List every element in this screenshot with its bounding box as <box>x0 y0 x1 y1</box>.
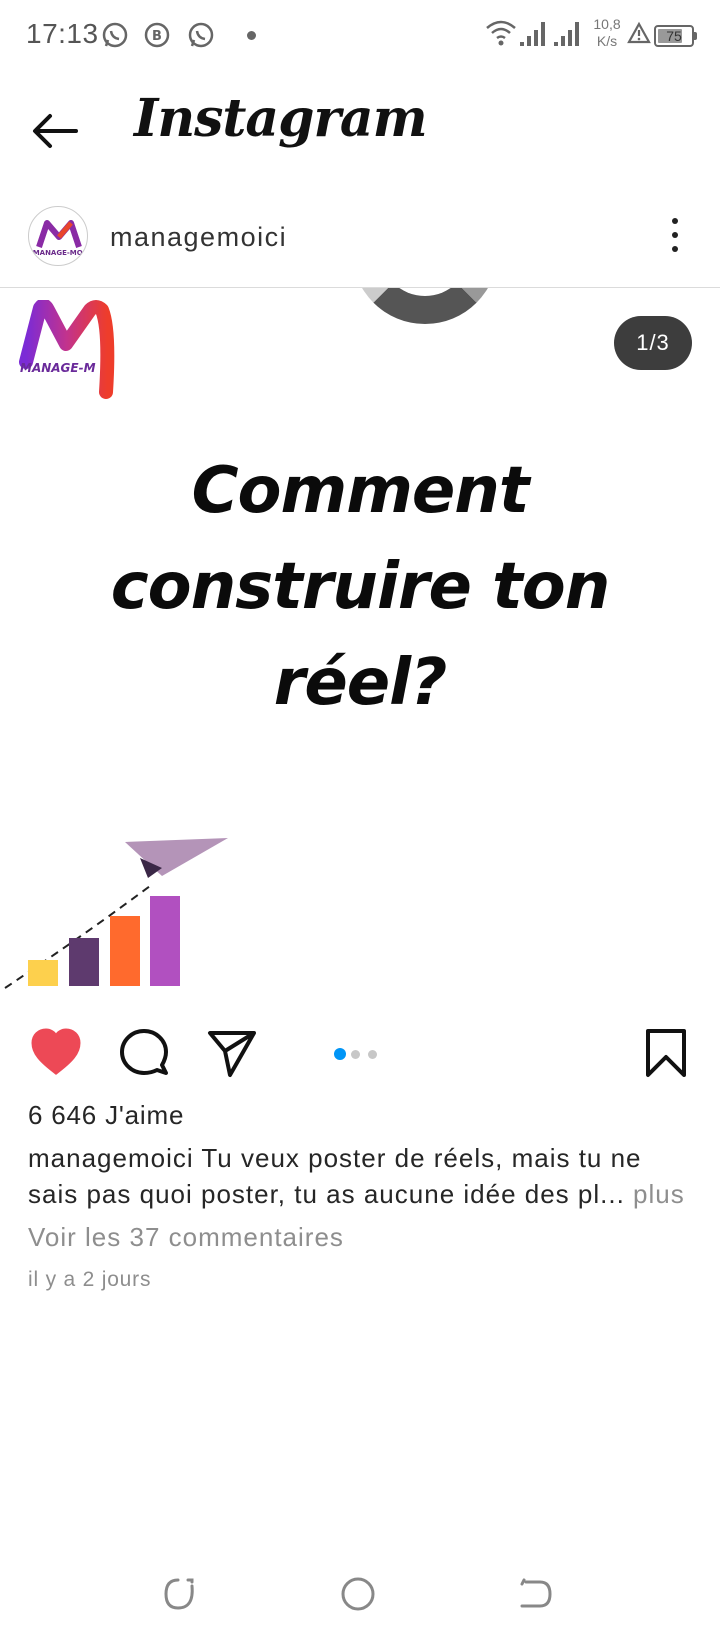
growth-chart-illustration <box>4 838 228 989</box>
post-timestamp: il y a 2 jours <box>28 1268 152 1291</box>
app-header: Instagram <box>0 76 720 186</box>
slide-brand: MANAGE-M <box>20 361 96 375</box>
post-header: MANAGE-MOI managemoici <box>0 196 720 288</box>
more-notifications-dot <box>247 31 256 40</box>
decorative-ring <box>352 288 498 324</box>
app-title: Instagram <box>134 88 428 149</box>
comment-icon[interactable] <box>118 1027 170 1079</box>
slide-counter-badge: 1/3 <box>614 316 692 370</box>
share-icon[interactable] <box>206 1027 258 1079</box>
view-comments-link[interactable]: Voir les 37 commentaires <box>28 1222 344 1253</box>
carousel-dot <box>368 1049 377 1059</box>
caption: managemoici Tu veux poster de réels, mai… <box>28 1140 698 1212</box>
carousel-dot <box>334 1048 346 1060</box>
navigation-bar <box>0 1560 720 1640</box>
illustration-bar <box>110 916 140 986</box>
carousel-dots <box>334 1048 394 1060</box>
carousel-dot <box>351 1049 360 1059</box>
caption-username[interactable]: managemoici <box>28 1143 194 1173</box>
slide-heading: Comment construire ton réel? <box>110 454 611 720</box>
avatar-text: MANAGE-MOI <box>33 249 86 257</box>
illustration-bar <box>28 960 58 986</box>
illustration-bar <box>69 938 99 986</box>
recent-apps-icon[interactable] <box>158 1572 202 1616</box>
status-bar: 17:13 B 10,8 K/s 75 <box>0 0 720 76</box>
whatsapp-icon <box>102 22 128 48</box>
paper-plane-icon <box>125 838 228 876</box>
illustration-bar <box>150 896 180 986</box>
avatar[interactable]: MANAGE-MOI <box>28 206 88 266</box>
home-icon[interactable] <box>336 1572 380 1616</box>
b-app-icon: B <box>144 22 170 48</box>
avatar-logo: MANAGE-MOI <box>33 220 86 257</box>
bookmark-icon[interactable] <box>640 1027 692 1079</box>
network-speed-value: 10,8 <box>593 16 621 32</box>
post-username[interactable]: managemoici <box>110 222 287 253</box>
alert-icon <box>627 21 651 44</box>
caption-more-link[interactable]: plus <box>625 1179 685 1209</box>
back-nav-icon[interactable] <box>514 1572 558 1616</box>
brand-logo: MANAGE-M <box>19 300 115 399</box>
likes-count[interactable]: 6 646 J'aime <box>28 1100 184 1131</box>
network-speed: 10,8 K/s <box>590 16 624 50</box>
wifi-icon <box>486 20 516 46</box>
heart-icon[interactable] <box>30 1027 82 1079</box>
status-time: 17:13 <box>26 18 99 49</box>
signal-icon <box>520 22 545 46</box>
post-image[interactable]: MANAGE-M 1/3 Comment construire ton réel… <box>0 288 720 1010</box>
post-actions <box>0 1010 720 1094</box>
whatsapp-icon <box>188 22 214 48</box>
battery-icon: 75 <box>654 25 697 47</box>
signal-icon <box>554 22 579 46</box>
battery-level: 75 <box>666 28 682 44</box>
network-speed-unit: K/s <box>596 33 618 49</box>
arrow-left-icon[interactable] <box>28 104 82 158</box>
svg-text:B: B <box>152 29 162 44</box>
more-vertical-icon[interactable] <box>660 210 690 260</box>
